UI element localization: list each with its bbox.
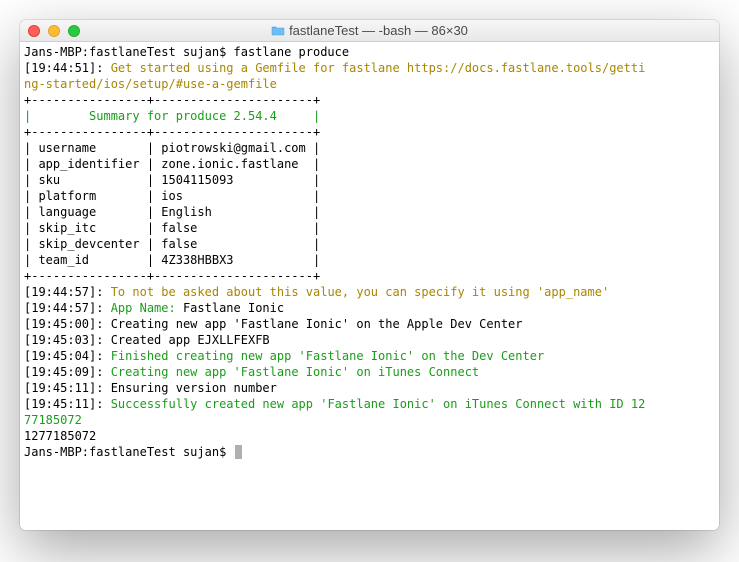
creating-itc: Creating new app 'Fastlane Ionic' on iTu… bbox=[111, 365, 479, 379]
table-row: | skip_devcenter | false | bbox=[24, 236, 715, 252]
prompt-host: Jans-MBP:fastlaneTest sujan$ bbox=[24, 445, 234, 459]
minimize-icon[interactable] bbox=[48, 25, 60, 37]
app-id-echo: 1277185072 bbox=[24, 428, 715, 444]
created-app-id: Created app EJXLLFEXFB bbox=[111, 333, 270, 347]
terminal-window: fastlaneTest — -bash — 86×30 Jans-MBP:fa… bbox=[20, 20, 719, 530]
zoom-icon[interactable] bbox=[68, 25, 80, 37]
table-row: | sku | 1504115093 | bbox=[24, 172, 715, 188]
table-border: +----------------+----------------------… bbox=[24, 124, 715, 140]
table-header: | Summary for produce 2.54.4 | bbox=[24, 108, 715, 124]
timestamp: [19:45:00]: bbox=[24, 317, 111, 331]
table-row: | platform | ios | bbox=[24, 188, 715, 204]
success-itc-line2: 77185072 bbox=[24, 413, 82, 427]
ensuring-version: Ensuring version number bbox=[111, 381, 277, 395]
close-icon[interactable] bbox=[28, 25, 40, 37]
titlebar: fastlaneTest — -bash — 86×30 bbox=[20, 20, 719, 42]
window-title-text: fastlaneTest — -bash — 86×30 bbox=[289, 23, 468, 38]
timestamp: [19:45:03]: bbox=[24, 333, 111, 347]
table-row: | team_id | 4Z338HBBX3 | bbox=[24, 252, 715, 268]
app-name-label: App Name: bbox=[111, 301, 183, 315]
terminal-content[interactable]: Jans-MBP:fastlaneTest sujan$ fastlane pr… bbox=[20, 42, 719, 530]
traffic-lights bbox=[20, 25, 80, 37]
prompt-host: Jans-MBP:fastlaneTest sujan$ bbox=[24, 45, 234, 59]
timestamp: [19:44:57]: bbox=[24, 285, 111, 299]
appname-hint: To not be asked about this value, you ca… bbox=[111, 285, 610, 299]
command-text: fastlane produce bbox=[234, 45, 350, 59]
table-row: | username | piotrowski@gmail.com | bbox=[24, 140, 715, 156]
timestamp: [19:44:51]: bbox=[24, 61, 111, 75]
finished-devcenter: Finished creating new app 'Fastlane Ioni… bbox=[111, 349, 544, 363]
folder-icon bbox=[271, 25, 285, 36]
table-row: | skip_itc | false | bbox=[24, 220, 715, 236]
timestamp: [19:44:57]: bbox=[24, 301, 111, 315]
table-row: | app_identifier | zone.ionic.fastlane | bbox=[24, 156, 715, 172]
app-name-value: Fastlane Ionic bbox=[183, 301, 284, 315]
table-border: +----------------+----------------------… bbox=[24, 92, 715, 108]
success-itc-line1: Successfully created new app 'Fastlane I… bbox=[111, 397, 646, 411]
timestamp: [19:45:11]: bbox=[24, 397, 111, 411]
timestamp: [19:45:11]: bbox=[24, 381, 111, 395]
timestamp: [19:45:04]: bbox=[24, 349, 111, 363]
gemfile-msg-line2: ng-started/ios/setup/#use-a-gemfile bbox=[24, 77, 277, 91]
cursor-icon bbox=[235, 445, 242, 459]
table-border: +----------------+----------------------… bbox=[24, 268, 715, 284]
gemfile-msg-line1: Get started using a Gemfile for fastlane… bbox=[111, 61, 646, 75]
creating-devcenter: Creating new app 'Fastlane Ionic' on the… bbox=[111, 317, 523, 331]
table-row: | language | English | bbox=[24, 204, 715, 220]
window-title: fastlaneTest — -bash — 86×30 bbox=[20, 23, 719, 38]
timestamp: [19:45:09]: bbox=[24, 365, 111, 379]
